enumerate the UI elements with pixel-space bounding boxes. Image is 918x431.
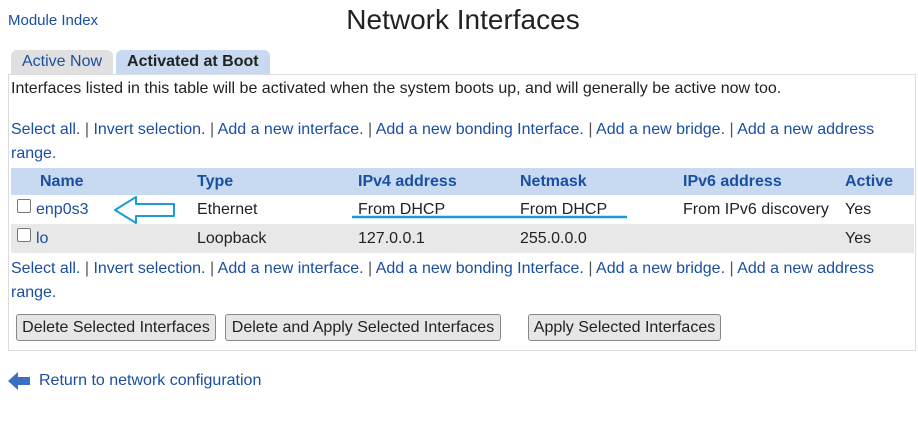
add-address-range-link-cont[interactable]: range.	[11, 145, 56, 162]
interface-netmask: From DHCP	[520, 195, 683, 224]
invert-selection-link[interactable]: Invert selection.	[93, 121, 205, 138]
link-separator: |	[209, 121, 215, 138]
select-all-link[interactable]: Select all.	[11, 121, 80, 138]
interface-active: Yes	[845, 224, 914, 253]
interface-ipv6	[683, 224, 845, 253]
apply-selected-button[interactable]: Apply Selected Interfaces	[528, 314, 721, 341]
delete-selected-button[interactable]: Delete Selected Interfaces	[16, 314, 216, 341]
table-row: enp0s3 Ethernet From DHCP From DHCP From…	[11, 195, 914, 224]
add-bridge-link[interactable]: Add a new bridge.	[596, 121, 725, 138]
header-type: Type	[197, 168, 358, 195]
action-links-top: Select all. | Invert selection. | Add a …	[11, 118, 911, 166]
interfaces-table: Name Type IPv4 address Netmask IPv6 addr…	[11, 168, 914, 253]
interface-active: Yes	[845, 195, 914, 224]
table-description: Interfaces listed in this table will be …	[11, 80, 782, 97]
row-checkbox[interactable]	[17, 228, 31, 243]
link-separator: |	[729, 121, 734, 138]
delete-apply-selected-button[interactable]: Delete and Apply Selected Interfaces	[225, 314, 501, 341]
header-ipv4: IPv4 address	[358, 168, 520, 195]
tab-bar: Active Now Activated at Boot	[11, 50, 273, 74]
add-address-range-link[interactable]: Add a new address	[737, 121, 874, 138]
link-separator: |	[588, 121, 593, 138]
table-row: lo Loopback 127.0.0.1 255.0.0.0 Yes	[11, 224, 914, 253]
link-separator: |	[588, 260, 593, 277]
tab-active-now[interactable]: Active Now	[11, 50, 114, 74]
interface-ipv4: From DHCP	[358, 195, 520, 224]
interface-name-link[interactable]: lo	[36, 230, 48, 247]
interface-ipv6: From IPv6 discovery	[683, 195, 845, 224]
invert-selection-link[interactable]: Invert selection.	[93, 260, 205, 277]
link-separator: |	[209, 260, 215, 277]
action-links-bottom: Select all. | Invert selection. | Add a …	[11, 257, 911, 305]
interface-name-link[interactable]: enp0s3	[36, 201, 89, 218]
page-title: Network Interfaces	[346, 4, 580, 35]
left-arrow-icon	[8, 372, 30, 390]
header-active: Active	[845, 168, 914, 195]
tab-activated-at-boot[interactable]: Activated at Boot	[116, 50, 270, 74]
header-name: Name	[11, 168, 197, 195]
link-separator: |	[84, 260, 89, 277]
row-checkbox[interactable]	[17, 199, 31, 214]
link-separator: |	[84, 121, 89, 138]
interface-type: Loopback	[197, 224, 358, 253]
add-bridge-link[interactable]: Add a new bridge.	[596, 260, 725, 277]
return-link-row[interactable]: Return to network configuration	[8, 372, 261, 390]
return-to-network-config-link[interactable]: Return to network configuration	[39, 372, 261, 390]
interface-ipv4: 127.0.0.1	[358, 224, 520, 253]
header-ipv6: IPv6 address	[683, 168, 845, 195]
add-interface-link[interactable]: Add a new interface.	[218, 121, 364, 138]
select-all-link[interactable]: Select all.	[11, 260, 80, 277]
add-address-range-link[interactable]: Add a new address	[737, 260, 874, 277]
interface-type: Ethernet	[197, 195, 358, 224]
link-separator: |	[368, 260, 373, 277]
link-separator: |	[368, 121, 373, 138]
table-header-row: Name Type IPv4 address Netmask IPv6 addr…	[11, 168, 914, 195]
link-separator: |	[729, 260, 734, 277]
add-bonding-interface-link[interactable]: Add a new bonding Interface.	[376, 121, 584, 138]
interface-netmask: 255.0.0.0	[520, 224, 683, 253]
add-address-range-link-cont[interactable]: range.	[11, 284, 56, 301]
add-interface-link[interactable]: Add a new interface.	[218, 260, 364, 277]
add-bonding-interface-link[interactable]: Add a new bonding Interface.	[376, 260, 584, 277]
header-netmask: Netmask	[520, 168, 683, 195]
